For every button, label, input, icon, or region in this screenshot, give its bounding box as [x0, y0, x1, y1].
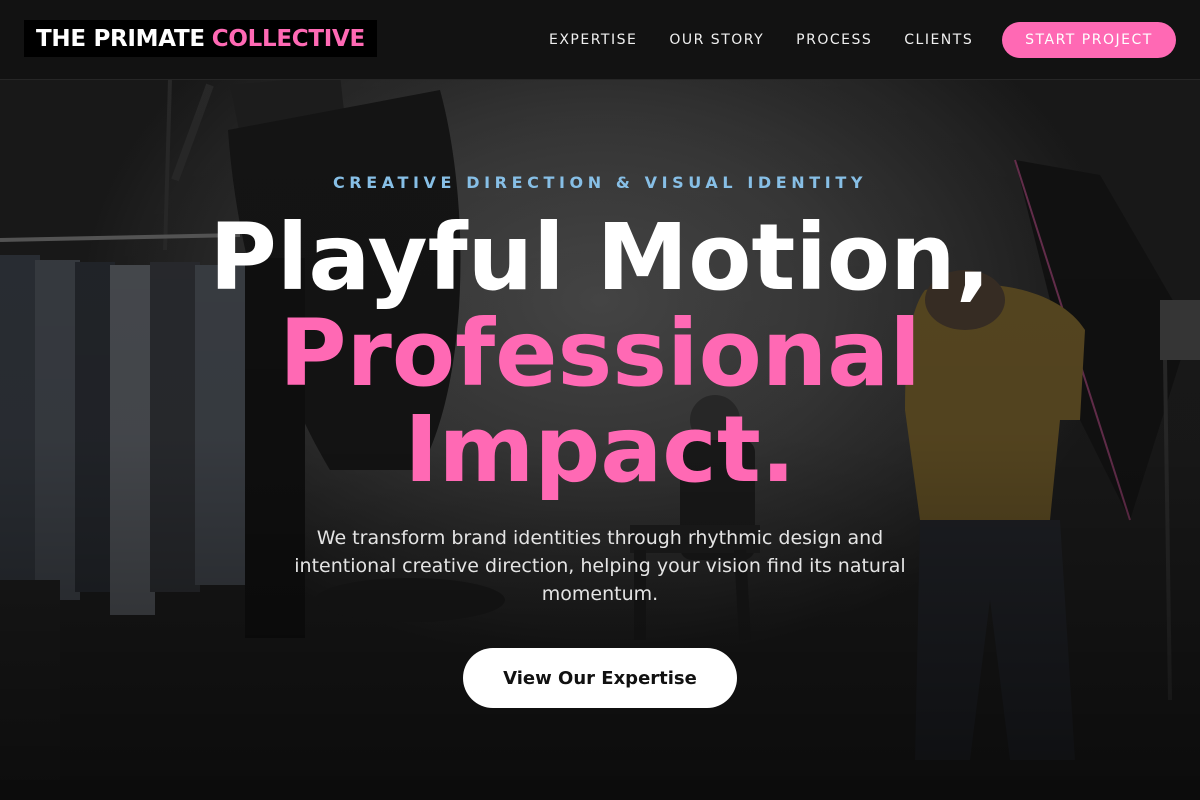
nav-links: EXPERTISE OUR STORY PROCESS CLIENTS: [549, 30, 1005, 50]
hero-headline: Playful Motion, Professional Impact.: [0, 210, 1200, 498]
nav-link-clients[interactable]: CLIENTS: [904, 30, 973, 50]
nav-link-process[interactable]: PROCESS: [796, 30, 872, 50]
view-expertise-button[interactable]: View Our Expertise: [463, 648, 737, 708]
headline-line-1: Playful Motion,: [209, 204, 991, 311]
brand-name-accent: COLLECTIVE: [211, 25, 365, 52]
brand-logo[interactable]: THE PRIMATE COLLECTIVE: [24, 20, 377, 57]
headline-line-3: Impact.: [404, 396, 796, 503]
brand-name-main: THE PRIMATE: [36, 25, 205, 52]
hero-eyebrow: CREATIVE DIRECTION & VISUAL IDENTITY: [332, 173, 868, 192]
nav-link-expertise[interactable]: EXPERTISE: [549, 30, 637, 50]
top-navigation: THE PRIMATE COLLECTIVE EXPERTISE OUR STO…: [0, 0, 1200, 80]
landing-page: THE PRIMATE COLLECTIVE EXPERTISE OUR STO…: [0, 0, 1200, 800]
hero-section: CREATIVE DIRECTION & VISUAL IDENTITY Pla…: [0, 80, 1200, 800]
start-project-button[interactable]: START PROJECT: [1002, 22, 1176, 58]
nav-link-our-story[interactable]: OUR STORY: [669, 30, 764, 50]
hero-subtitle: We transform brand identities through rh…: [294, 527, 906, 605]
headline-line-2: Professional: [279, 300, 921, 407]
